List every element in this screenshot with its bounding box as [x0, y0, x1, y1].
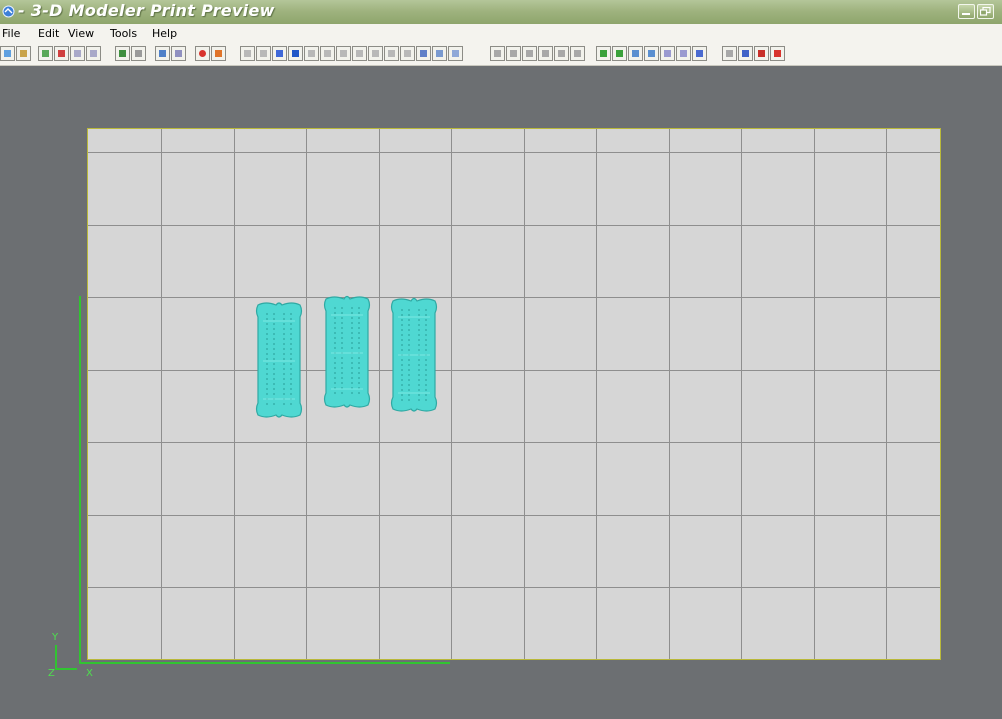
- export-icon[interactable]: [738, 46, 753, 61]
- part-outline-1[interactable]: [252, 301, 306, 419]
- title-bar[interactable]: - 3-D Modeler Print Preview: [0, 0, 1002, 25]
- zoom-fit-icon[interactable]: [432, 46, 447, 61]
- grid-line-v: [741, 129, 742, 659]
- view-right-icon[interactable]: [320, 46, 335, 61]
- view-iso4-icon[interactable]: [384, 46, 399, 61]
- render-icon[interactable]: [211, 46, 226, 61]
- stop-icon[interactable]: [195, 46, 210, 61]
- zoom-prev-icon[interactable]: [448, 46, 463, 61]
- menu-file[interactable]: File: [2, 27, 20, 40]
- grid-line-h: [88, 225, 940, 226]
- view-iso2-icon[interactable]: [352, 46, 367, 61]
- app-icon: [2, 5, 15, 18]
- view-iso3-icon[interactable]: [368, 46, 383, 61]
- grid-line-h: [88, 152, 940, 153]
- triad-x-label: X: [86, 668, 93, 679]
- toolbar-group-zoom: [155, 46, 186, 62]
- menu-tools[interactable]: Tools: [110, 27, 137, 40]
- copy-icon[interactable]: [38, 46, 53, 61]
- close-preview-icon[interactable]: [770, 46, 785, 61]
- undo-icon[interactable]: [86, 46, 101, 61]
- y-axis-line: [79, 296, 81, 663]
- grid-line-v: [161, 129, 162, 659]
- menu-edit[interactable]: Edit: [38, 27, 59, 40]
- grid-line-v: [524, 129, 525, 659]
- layer-icon[interactable]: [115, 46, 130, 61]
- toolbar-group-layer: [115, 46, 146, 62]
- check-icon[interactable]: [628, 46, 643, 61]
- color-icon[interactable]: [754, 46, 769, 61]
- grid-line-v: [234, 129, 235, 659]
- grid-line-v: [306, 129, 307, 659]
- restore-icon: [980, 7, 991, 16]
- toolbar-group-edit: [38, 46, 101, 62]
- view-iso1-icon[interactable]: [336, 46, 351, 61]
- grid-line-v: [451, 129, 452, 659]
- scale-icon[interactable]: [570, 46, 585, 61]
- select-all-icon[interactable]: [612, 46, 627, 61]
- cut-icon[interactable]: [70, 46, 85, 61]
- minimize-icon: [962, 13, 970, 15]
- arrow-icon[interactable]: [692, 46, 707, 61]
- filter-icon[interactable]: [660, 46, 675, 61]
- toolbar-group-tools: [490, 46, 585, 62]
- toolbar-group-views: [240, 46, 463, 62]
- view-top-icon[interactable]: [272, 46, 287, 61]
- toolbar: [0, 43, 1002, 66]
- grid-line-h: [88, 587, 940, 588]
- view-left-icon[interactable]: [304, 46, 319, 61]
- menu-bar: File Edit View Tools Help: [0, 24, 1002, 43]
- view-back-icon[interactable]: [256, 46, 271, 61]
- pan-icon[interactable]: [288, 46, 303, 61]
- toolbar-group-render: [195, 46, 226, 62]
- restore-button[interactable]: [977, 4, 994, 19]
- grid-line-h: [88, 370, 940, 371]
- print-preview-page[interactable]: [87, 128, 941, 660]
- mirror-icon[interactable]: [538, 46, 553, 61]
- view-iso5-icon[interactable]: [400, 46, 415, 61]
- triad-y-line: [55, 645, 57, 670]
- grid-line-v: [814, 129, 815, 659]
- x-axis-line: [79, 662, 450, 664]
- triad-z-label: Z: [48, 668, 55, 679]
- triad-y-label: Y: [52, 632, 59, 643]
- array-icon[interactable]: [522, 46, 537, 61]
- measure-icon[interactable]: [490, 46, 505, 61]
- grid-line-v: [596, 129, 597, 659]
- zoom-window-icon[interactable]: [416, 46, 431, 61]
- zoom-in-icon[interactable]: [155, 46, 170, 61]
- deselect-icon[interactable]: [676, 46, 691, 61]
- part-outline-2[interactable]: [320, 295, 374, 409]
- grid-line-h: [88, 515, 940, 516]
- toolbar-group-output: [722, 46, 785, 62]
- toolbar-group-file: [0, 46, 31, 62]
- grid-line-v: [379, 129, 380, 659]
- grid-line-v: [886, 129, 887, 659]
- triad-x-line: [55, 668, 77, 670]
- menu-help[interactable]: Help: [152, 27, 177, 40]
- paste-icon[interactable]: [54, 46, 69, 61]
- part-outline-3[interactable]: [387, 297, 441, 413]
- check-all-icon[interactable]: [644, 46, 659, 61]
- select-icon[interactable]: [596, 46, 611, 61]
- minimize-button[interactable]: [958, 4, 975, 19]
- toolbar-group-select: [596, 46, 707, 62]
- rotate-icon[interactable]: [554, 46, 569, 61]
- grid-line-h: [88, 297, 940, 298]
- grid-icon[interactable]: [131, 46, 146, 61]
- menu-view[interactable]: View: [68, 27, 94, 40]
- new-icon[interactable]: [0, 46, 15, 61]
- print-icon[interactable]: [722, 46, 737, 61]
- align-icon[interactable]: [506, 46, 521, 61]
- open-icon[interactable]: [16, 46, 31, 61]
- view-front-icon[interactable]: [240, 46, 255, 61]
- window-title: - 3-D Modeler Print Preview: [18, 1, 275, 20]
- grid-line-v: [669, 129, 670, 659]
- grid-line-h: [88, 442, 940, 443]
- zoom-out-icon[interactable]: [171, 46, 186, 61]
